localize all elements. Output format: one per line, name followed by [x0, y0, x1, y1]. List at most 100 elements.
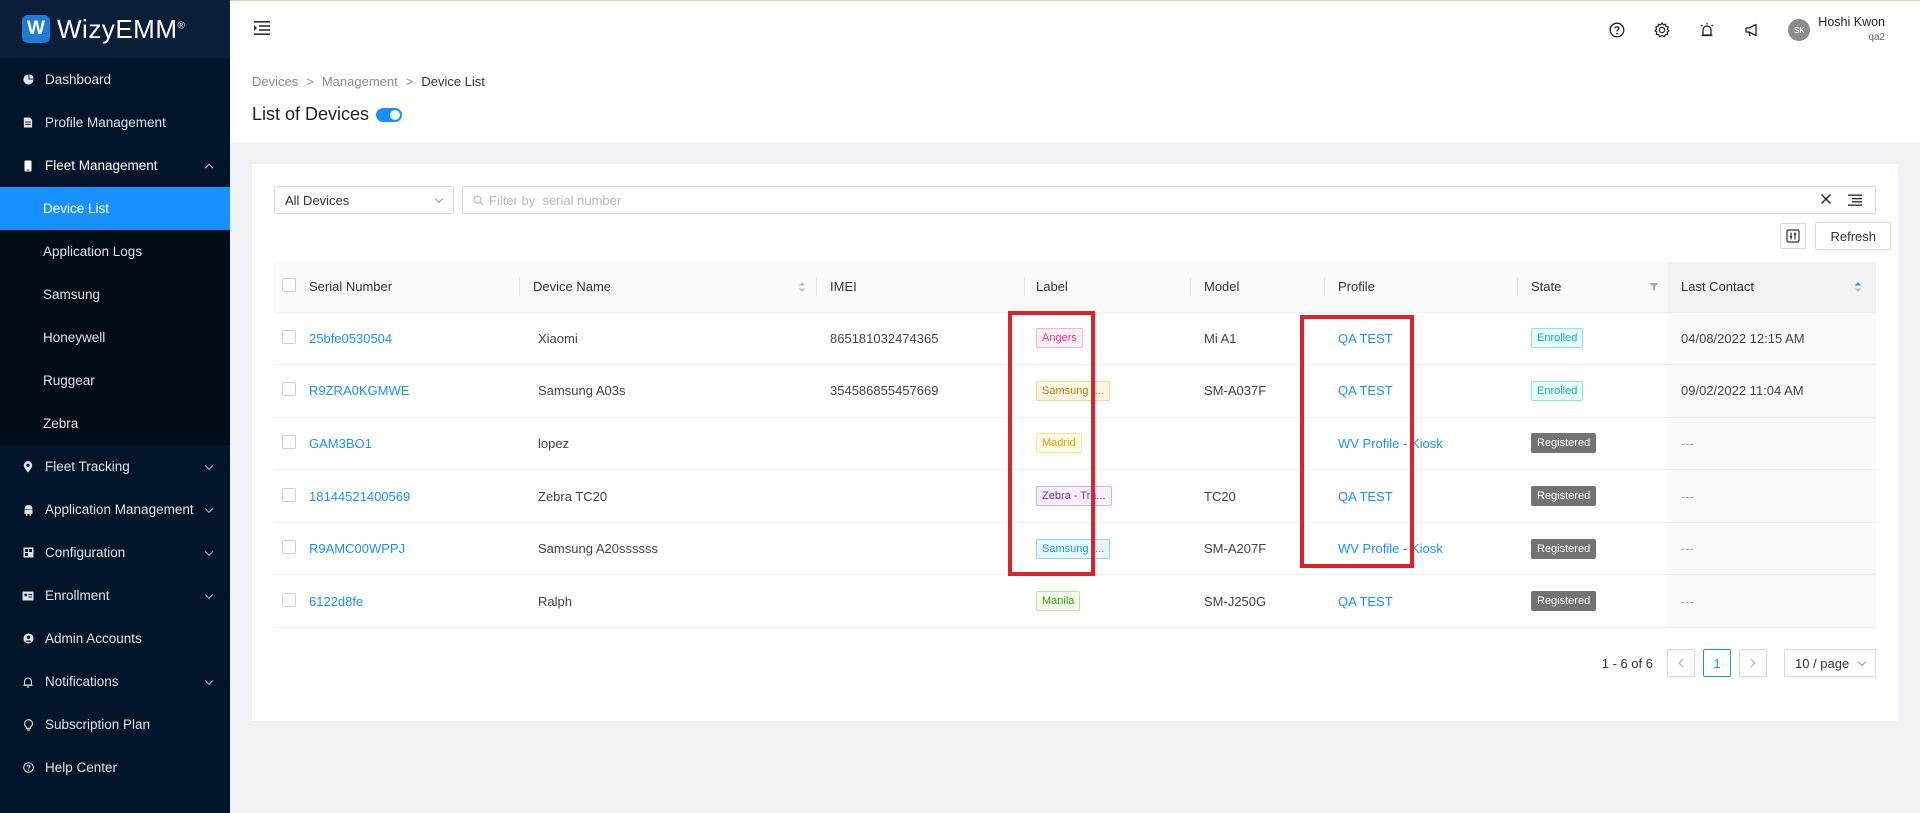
sidebar-item-ruggear[interactable]: Ruggear: [0, 359, 230, 402]
col-imei[interactable]: IMEI: [816, 262, 1024, 313]
col-label: Profile: [1338, 279, 1375, 295]
sidebar-item-configuration[interactable]: Configuration: [0, 531, 230, 574]
col-device-name[interactable]: Device Name: [519, 262, 816, 313]
last-contact-cell: ---: [1667, 417, 1876, 471]
page-1-button[interactable]: 1: [1703, 649, 1731, 677]
serial-filter-input[interactable]: [489, 192, 1689, 208]
id-card-icon: [22, 590, 34, 602]
next-page-button[interactable]: [1739, 649, 1767, 677]
col-model[interactable]: Model: [1190, 262, 1324, 313]
table-row[interactable]: R9AMC00WPPJ Samsung A20ssssss Samsung -...…: [274, 522, 1876, 576]
col-last-contact[interactable]: Last Contact: [1667, 262, 1876, 313]
label-tag[interactable]: Madrid: [1036, 433, 1082, 454]
row-checkbox[interactable]: [282, 382, 296, 397]
label-tag[interactable]: Samsung -...: [1036, 380, 1111, 401]
label-tag[interactable]: Zebra - Tra...: [1036, 486, 1112, 507]
brand-logo[interactable]: W WizyEMM®: [0, 0, 230, 58]
chevron-down-icon: [204, 676, 214, 685]
row-checkbox[interactable]: [282, 434, 296, 449]
user-circle-icon: [22, 633, 34, 645]
sidebar-item-help-center[interactable]: Help Center: [0, 746, 230, 789]
sidebar-item-subscription-plan[interactable]: Subscription Plan: [0, 703, 230, 746]
sidebar-item-application-logs[interactable]: Application Logs: [0, 230, 230, 273]
sidebar-item-application-management[interactable]: Application Management: [0, 488, 230, 531]
sidebar-item-notifications[interactable]: Notifications: [0, 660, 230, 703]
device-name: lopez: [538, 435, 570, 451]
table-row[interactable]: 6122d8fe Ralph Manila SM-J250G QA TEST Regist…: [274, 574, 1876, 629]
table-row[interactable]: R9ZRA0KGMWE Samsung A03s 354586855457669 Sa…: [274, 364, 1876, 418]
device-name-cell: Samsung A03s: [519, 364, 816, 418]
table-row[interactable]: 25bfe0530504 Xiaomi 865181032474365 Angers M…: [274, 312, 1876, 366]
serial-number-link[interactable]: GAM3BO1: [309, 436, 372, 451]
grid-icon: [22, 547, 34, 559]
sidebar-item-enrollment[interactable]: Enrollment: [0, 574, 230, 617]
profile-link[interactable]: WV Profile - Kiosk: [1338, 541, 1443, 556]
filter-icon[interactable]: [1649, 282, 1659, 292]
sidebar-item-samsung[interactable]: Samsung: [0, 273, 230, 316]
refresh-button[interactable]: Refresh: [1815, 222, 1891, 250]
select-all-checkbox[interactable]: [282, 278, 296, 293]
col-serial-number[interactable]: Serial Number: [309, 262, 519, 313]
sort-icon[interactable]: [798, 281, 806, 293]
serial-number-link[interactable]: 18144521400569: [309, 489, 410, 504]
page-size-select[interactable]: 10 / page: [1784, 649, 1876, 677]
profile-link[interactable]: QA TEST: [1338, 383, 1393, 398]
breadcrumb-management[interactable]: Management: [322, 74, 398, 89]
serial-number-link[interactable]: R9ZRA0KGMWE: [309, 383, 409, 398]
label-tag[interactable]: Manila: [1036, 591, 1081, 612]
menu-collapse-icon[interactable]: [253, 20, 271, 36]
settings-icon[interactable]: [1653, 21, 1671, 39]
profile-link[interactable]: QA TEST: [1338, 489, 1393, 504]
advanced-filter-icon[interactable]: [1848, 194, 1862, 206]
device-name: Samsung A03s: [538, 383, 626, 399]
row-checkbox[interactable]: [282, 592, 296, 607]
serial-number-link[interactable]: 6122d8fe: [309, 594, 363, 609]
row-checkbox[interactable]: [282, 329, 296, 344]
page-header: Devices > Management > Device List List …: [230, 58, 1920, 143]
sidebar-item-honeywell[interactable]: Honeywell: [0, 316, 230, 359]
select-all-cell: [274, 262, 309, 313]
sidebar-item-admin-accounts[interactable]: Admin Accounts: [0, 617, 230, 660]
sidebar-item-device-list[interactable]: Device List: [0, 187, 230, 230]
sidebar-item-dashboard[interactable]: Dashboard: [0, 58, 230, 101]
breadcrumb-devices[interactable]: Devices: [252, 74, 298, 89]
serial-number-link[interactable]: R9AMC00WPPJ: [309, 541, 405, 556]
row-checkbox[interactable]: [282, 487, 296, 502]
label-cell: Angers: [1024, 312, 1190, 366]
profile-link[interactable]: QA TEST: [1338, 594, 1393, 609]
profile-link[interactable]: WV Profile - Kiosk: [1338, 436, 1443, 451]
serial-number-link[interactable]: 25bfe0530504: [309, 331, 392, 346]
sidebar-item-fleet-management[interactable]: Fleet Management: [0, 144, 230, 187]
last-contact-value: ---: [1681, 488, 1694, 504]
alarm-icon[interactable]: [1698, 21, 1716, 39]
megaphone-icon[interactable]: [1743, 21, 1761, 39]
top-header: SK Hoshi Kwon qa2: [230, 0, 1920, 58]
user-info[interactable]: Hoshi Kwon qa2: [1818, 14, 1885, 46]
column-settings-button[interactable]: [1780, 223, 1807, 249]
profile-link[interactable]: QA TEST: [1338, 331, 1393, 346]
help-icon[interactable]: [1608, 21, 1626, 39]
view-toggle-switch[interactable]: [376, 107, 403, 122]
label-tag[interactable]: Samsung -...: [1036, 538, 1111, 559]
col-label-column[interactable]: Label: [1024, 262, 1190, 313]
col-profile[interactable]: Profile: [1324, 262, 1517, 313]
label-tag[interactable]: Angers: [1036, 328, 1083, 349]
page-size-value: 10 / page: [1795, 655, 1850, 671]
state-badge: Registered: [1531, 591, 1597, 612]
sidebar-item-zebra[interactable]: Zebra: [0, 402, 230, 445]
row-checkbox[interactable]: [282, 540, 296, 555]
table-row[interactable]: 18144521400569 Zebra TC20 Zebra - Tra... TC…: [274, 469, 1876, 523]
col-state[interactable]: State: [1517, 262, 1667, 313]
label-cell: Samsung -...: [1024, 364, 1190, 418]
sidebar-item-fleet-tracking[interactable]: Fleet Tracking: [0, 445, 230, 488]
col-label: Model: [1204, 279, 1240, 295]
sidebar-item-profile-management[interactable]: Profile Management: [0, 101, 230, 144]
table-row[interactable]: GAM3BO1 lopez Madrid WV Profile - Kiosk Regi…: [274, 417, 1876, 471]
label-cell: Manila: [1024, 574, 1190, 629]
sort-icon[interactable]: [1854, 281, 1862, 293]
avatar[interactable]: SK: [1788, 19, 1811, 41]
clear-icon[interactable]: [1819, 192, 1833, 206]
device-filter-select[interactable]: All Devices: [274, 186, 454, 214]
prev-page-button[interactable]: [1667, 649, 1695, 677]
profile-cell: QA TEST: [1324, 574, 1517, 629]
